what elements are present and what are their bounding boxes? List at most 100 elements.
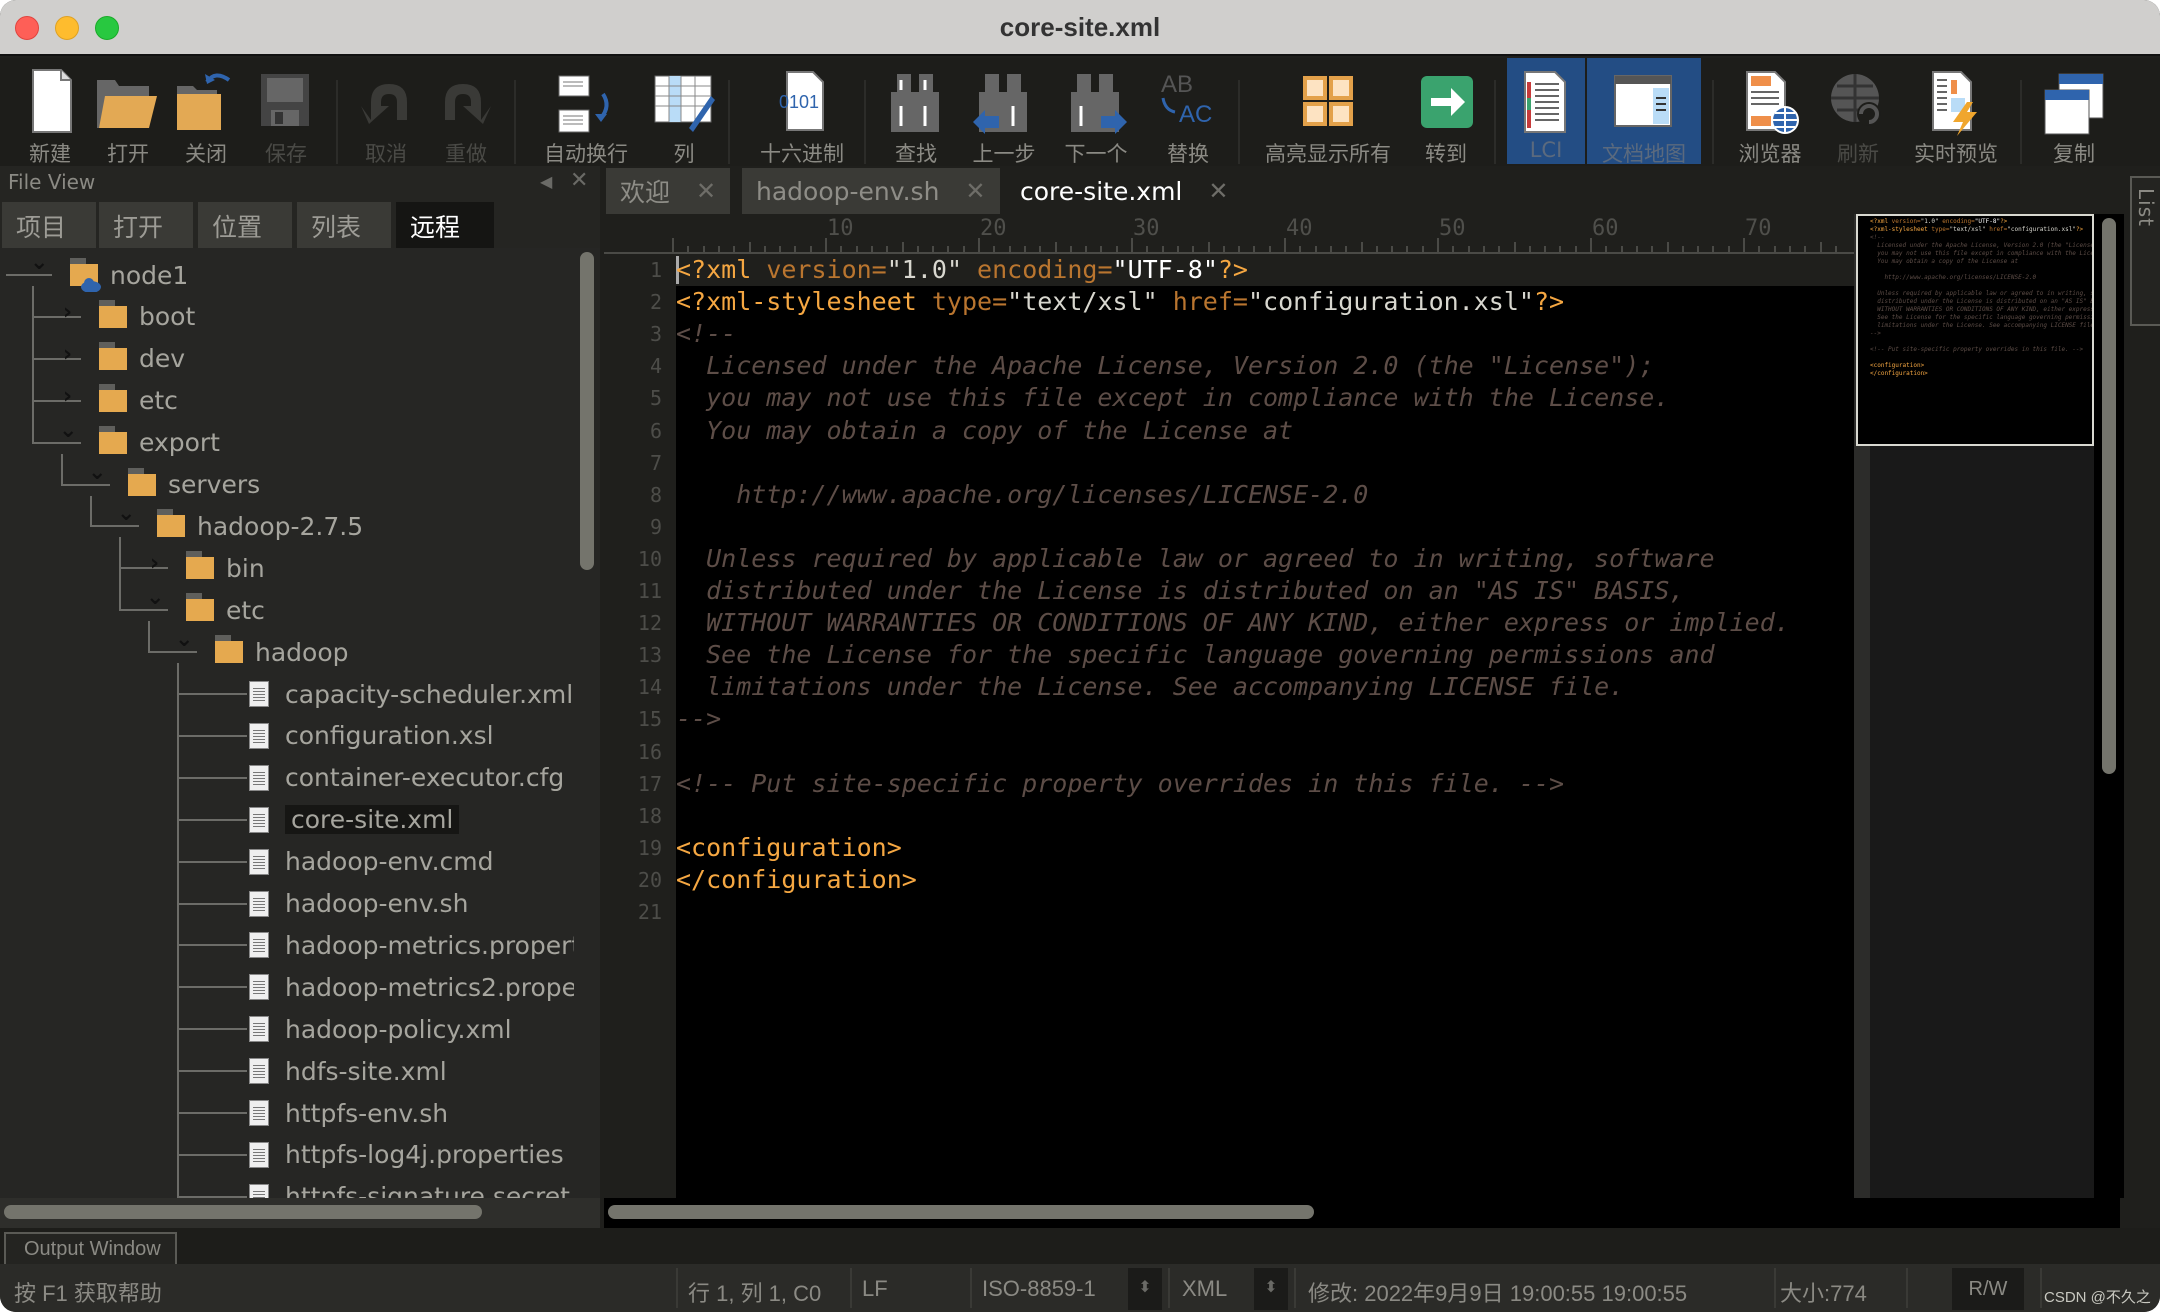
tab-close-icon[interactable]: ✕ — [965, 177, 985, 205]
find-next-button[interactable]: 下一个 — [1056, 58, 1136, 166]
output-window-tab[interactable]: Output Window — [4, 1232, 177, 1266]
status-line-ending[interactable]: LF — [862, 1276, 888, 1302]
tree-folder-item[interactable]: etc — [186, 591, 265, 629]
fv-tab-remote[interactable]: 远程 — [396, 202, 494, 248]
tree-file-item[interactable]: hadoop-env.sh — [249, 885, 468, 923]
tree-folder-item[interactable]: bin — [186, 549, 265, 587]
tree-file-item[interactable]: capacity-scheduler.xml — [249, 675, 573, 713]
undo-button[interactable]: 取消 — [350, 58, 422, 166]
chevron-right-icon[interactable]: › — [63, 384, 72, 409]
tree-vertical-scrollbar[interactable] — [580, 252, 594, 570]
document-map-button[interactable]: 文档地图 — [1587, 58, 1701, 166]
fv-tab-list[interactable]: 列表 — [297, 202, 391, 248]
chevron-down-icon[interactable]: ⌄ — [88, 460, 106, 485]
editor-tab-active[interactable]: core-site.xml ✕ — [1006, 168, 1243, 214]
open-folder-icon — [93, 66, 163, 136]
tree-file-item[interactable]: hadoop-metrics2.proper — [249, 968, 574, 1006]
syntax-stepper-icon[interactable]: ⬍ — [1254, 1268, 1288, 1310]
hex-button[interactable]: 0101 十六进制 — [752, 58, 852, 166]
tree-connector — [61, 453, 63, 485]
panel-collapse-icon[interactable]: ◀ — [540, 172, 552, 191]
chevron-down-icon[interactable]: ⌄ — [175, 627, 193, 652]
close-button[interactable]: 关闭 — [170, 58, 242, 166]
find-previous-button[interactable]: 上一步 — [964, 58, 1044, 166]
file-icon — [249, 1183, 269, 1198]
tab-close-icon[interactable]: ✕ — [696, 177, 716, 205]
tree-folder-item[interactable]: export — [99, 424, 220, 462]
editor-tab[interactable]: 欢迎 ✕ — [606, 168, 731, 214]
fv-tab-project[interactable]: 项目 — [2, 202, 96, 248]
find-button[interactable]: 查找 — [880, 58, 952, 166]
document-map-viewport[interactable]: <?xml version="1.0" encoding="UTF-8"?> <?… — [1856, 214, 2094, 446]
tree-folder-item[interactable]: node1 — [70, 256, 188, 294]
editor-vertical-scrollbar[interactable] — [2102, 218, 2116, 774]
tree-horizontal-scrollbar[interactable] — [4, 1205, 482, 1219]
panel-close-icon[interactable]: ✕ — [570, 168, 588, 193]
chevron-down-icon[interactable]: ⌄ — [117, 501, 135, 526]
tree-item-label: capacity-scheduler.xml — [285, 679, 574, 709]
tree-file-item[interactable]: httpfs-signature.secret — [249, 1178, 570, 1198]
tree-file-item[interactable]: httpfs-env.sh — [249, 1094, 448, 1132]
highlight-all-button[interactable]: 高亮显示所有 — [1258, 58, 1398, 166]
fv-tab-open[interactable]: 打开 — [99, 202, 193, 248]
chevron-right-icon[interactable]: › — [63, 342, 72, 367]
tree-folder-item[interactable]: boot — [99, 298, 195, 336]
code-token: You may obtain a copy of the License at — [1870, 258, 2019, 265]
chevron-down-icon[interactable]: ⌄ — [59, 418, 77, 443]
document-map-line: you may not use this file except in comp… — [1870, 250, 2092, 257]
tree-folder-item[interactable]: hadoop-2.7.5 — [157, 507, 363, 545]
line-number: 21 — [637, 900, 662, 924]
toolbar-separator — [1712, 80, 1714, 164]
line-number: 2 — [649, 290, 662, 315]
chevron-down-icon[interactable]: ⌄ — [146, 585, 164, 610]
tree-folder-item[interactable]: servers — [128, 466, 260, 504]
open-button[interactable]: 打开 — [92, 58, 164, 166]
document-map-line: <configuration> — [1870, 362, 1924, 369]
code-token: type= — [916, 287, 1008, 317]
tree-folder-item[interactable]: etc — [99, 382, 178, 420]
code-token: distributed under the License is distrib… — [1870, 298, 2094, 305]
status-separator — [1168, 1268, 1170, 1308]
tab-close-icon[interactable]: ✕ — [1208, 177, 1228, 205]
tree-file-item[interactable]: core-site.xml — [249, 801, 460, 839]
tree-folder-item[interactable]: hadoop — [215, 633, 349, 671]
chevron-down-icon[interactable]: ⌄ — [30, 250, 48, 275]
status-cursor-position[interactable]: 行 1, 列 1, C0 — [688, 1276, 821, 1308]
tree-file-item[interactable]: configuration.xsl — [249, 717, 494, 755]
goto-button[interactable]: 转到 — [1410, 58, 1482, 166]
document-map[interactable]: <?xml version="1.0" encoding="UTF-8"?> <?… — [1854, 214, 2094, 1198]
chevron-right-icon[interactable]: › — [150, 551, 159, 576]
refresh-button[interactable]: 刷新 — [1822, 58, 1894, 166]
tree-folder-item[interactable]: dev — [99, 340, 185, 378]
lci-button[interactable]: LCI — [1507, 58, 1585, 164]
browser-button[interactable]: 浏览器 — [1730, 58, 1810, 166]
word-wrap-button[interactable]: 自动换行 — [536, 58, 636, 166]
tree-file-item[interactable]: hadoop-env.cmd — [249, 843, 494, 881]
replace-button[interactable]: AB AC 替换 — [1152, 58, 1224, 166]
tree-file-item[interactable]: hadoop-metrics.propert — [249, 926, 574, 964]
tree-file-item[interactable]: hadoop-policy.xml — [249, 1010, 512, 1048]
copy-button[interactable]: 复制 — [2038, 58, 2110, 166]
lci-document-icon — [1511, 66, 1581, 136]
tree-file-item[interactable]: container-executor.cfg — [249, 759, 564, 797]
tree-connector — [177, 1028, 247, 1031]
editor-tab[interactable]: hadoop-env.sh ✕ — [742, 168, 1000, 214]
read-write-toggle[interactable]: R/W — [1952, 1268, 2024, 1310]
save-button[interactable]: 保存 — [250, 58, 322, 166]
remote-server-icon — [70, 258, 101, 292]
tree-file-item[interactable]: httpfs-log4j.properties — [249, 1136, 564, 1174]
redo-button[interactable]: 重做 — [430, 58, 502, 166]
status-encoding[interactable]: ISO-8859-1 — [982, 1276, 1096, 1302]
status-syntax[interactable]: XML — [1182, 1276, 1227, 1302]
new-button[interactable]: 新建 — [14, 58, 86, 166]
function-list-tab[interactable]: Function List — [2130, 176, 2160, 326]
column-mode-button[interactable]: 列 — [648, 58, 720, 166]
chevron-right-icon[interactable]: › — [63, 300, 72, 325]
live-preview-button[interactable]: 实时预览 — [1906, 58, 2006, 166]
fv-tab-location[interactable]: 位置 — [198, 202, 292, 248]
editor-horizontal-scrollbar[interactable] — [608, 1205, 1314, 1219]
file-icon — [249, 974, 269, 1001]
encoding-stepper-icon[interactable]: ⬍ — [1128, 1268, 1162, 1310]
code-editor[interactable]: <?xml version="1.0" encoding="UTF-8"?> <?… — [676, 254, 1854, 1198]
tree-file-item[interactable]: hdfs-site.xml — [249, 1052, 447, 1090]
